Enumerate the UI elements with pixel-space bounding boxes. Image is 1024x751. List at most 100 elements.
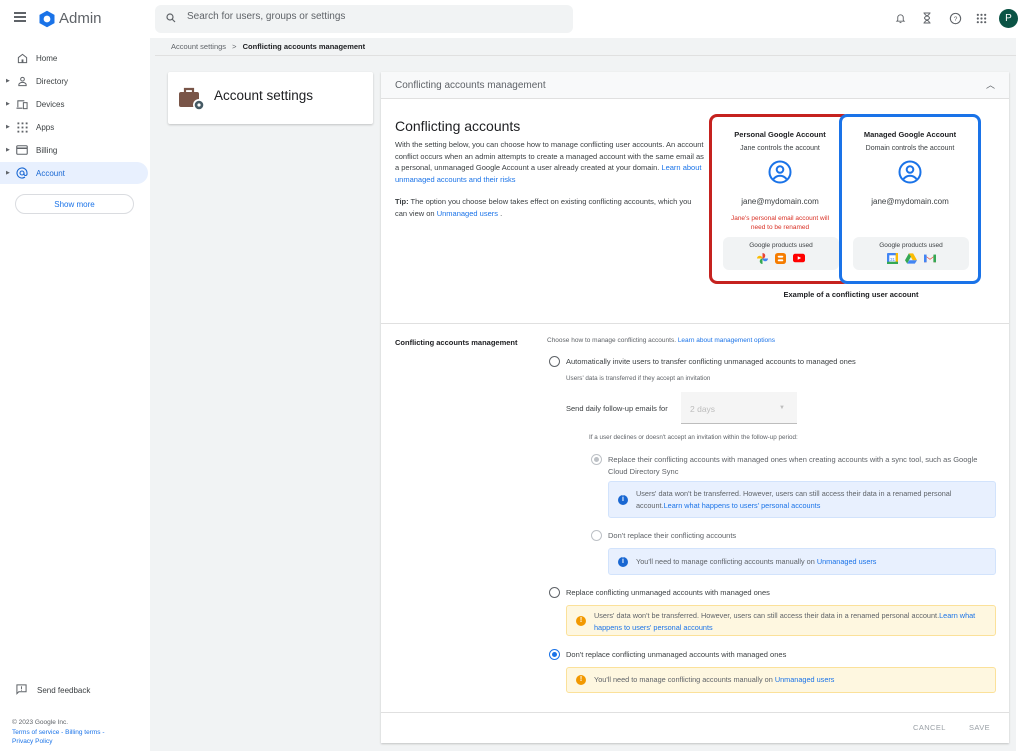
google-drive-icon bbox=[904, 253, 917, 264]
apps-grid-icon[interactable] bbox=[974, 11, 988, 25]
collapse-chevron-icon[interactable]: ︿ bbox=[986, 78, 995, 91]
note-body: You'll need to manage conflicting accoun… bbox=[636, 557, 817, 566]
sidebar-item-directory[interactable]: ▶ Directory bbox=[0, 70, 148, 92]
warning-note-not-transferred: ! Users' data won't be transferred. Howe… bbox=[566, 605, 996, 636]
copyright: © 2023 Google Inc. bbox=[12, 719, 69, 726]
sidebar-item-label: Directory bbox=[36, 76, 69, 86]
option-replace-radio[interactable] bbox=[549, 587, 560, 598]
followup-days-select[interactable]: 2 days ▼ bbox=[681, 392, 797, 424]
main-menu-icon[interactable] bbox=[14, 12, 26, 22]
illustration-caption: Example of a conflicting user account bbox=[783, 290, 919, 299]
notifications-icon[interactable] bbox=[893, 11, 907, 25]
at-sign-icon bbox=[16, 167, 28, 179]
managed-account-card: Managed Google Account Domain controls t… bbox=[839, 114, 981, 284]
credit-card-icon bbox=[16, 144, 28, 156]
info-note-manual: i You'll need to manage conflicting acco… bbox=[608, 548, 996, 575]
expand-caret-icon[interactable]: ▶ bbox=[6, 124, 10, 130]
info-note-not-transferred: i Users' data won't be transferred. Howe… bbox=[608, 481, 996, 518]
dropdown-arrow-icon: ▼ bbox=[779, 405, 785, 411]
account-settings-card: Account settings bbox=[168, 72, 373, 124]
managed-email: jane@mydomain.com bbox=[871, 197, 949, 206]
managed-account-title: Managed Google Account bbox=[863, 130, 957, 139]
save-button[interactable]: SAVE bbox=[969, 723, 990, 732]
unmanaged-users-link[interactable]: Unmanaged users bbox=[437, 209, 498, 218]
intro-text: With the setting below, you can choose h… bbox=[395, 139, 705, 185]
separator: - bbox=[100, 728, 105, 736]
personal-account-title: Personal Google Account bbox=[734, 130, 826, 139]
feedback-icon bbox=[16, 684, 27, 697]
devices-icon bbox=[16, 98, 28, 110]
privacy-policy-link[interactable]: Privacy Policy bbox=[12, 738, 52, 745]
actions-divider bbox=[381, 712, 1009, 713]
home-icon bbox=[16, 52, 28, 64]
rename-warning: Jane's personal email account will need … bbox=[730, 215, 830, 231]
panel-header[interactable]: Conflicting accounts management ︿ bbox=[381, 72, 1009, 99]
products-used: Google products used 31 bbox=[853, 237, 969, 270]
briefcase-settings-icon bbox=[179, 87, 205, 111]
gmail-icon bbox=[923, 254, 936, 263]
breadcrumb-separator: > bbox=[232, 42, 237, 51]
search-input[interactable] bbox=[187, 11, 547, 22]
expand-caret-icon[interactable]: ▶ bbox=[6, 101, 10, 107]
search-bar[interactable] bbox=[155, 5, 573, 33]
note-body: Users' data won't be transferred. Howeve… bbox=[594, 611, 940, 620]
option-dont-replace-radio[interactable] bbox=[549, 649, 560, 660]
learn-management-options-link[interactable]: Learn about management options bbox=[678, 337, 775, 344]
followup-days-value: 2 days bbox=[690, 404, 716, 414]
tip-text: Tip: The option you choose below takes e… bbox=[395, 196, 705, 219]
cancel-button[interactable]: CANCEL bbox=[913, 723, 946, 732]
youtube-icon bbox=[793, 253, 805, 263]
sub-option-dont-replace-radio[interactable] bbox=[591, 530, 602, 541]
sidebar-item-billing[interactable]: ▶ Billing bbox=[0, 139, 148, 161]
sidebar-item-devices[interactable]: ▶ Devices bbox=[0, 93, 148, 115]
products-label: Google products used bbox=[879, 242, 943, 249]
note-text: Users' data won't be transferred. Howeve… bbox=[594, 610, 985, 633]
setting-description-text: Choose how to manage conflicting account… bbox=[547, 337, 678, 344]
settings-panel: Conflicting accounts management ︿ Confli… bbox=[381, 72, 1009, 743]
expand-caret-icon[interactable]: ▶ bbox=[6, 170, 10, 176]
account-settings-title: Account settings bbox=[214, 88, 314, 103]
info-icon: i bbox=[618, 557, 628, 567]
option-dont-replace-label[interactable]: Don't replace conflicting unmanaged acco… bbox=[566, 649, 786, 661]
sub-option-dont-replace-label[interactable]: Don't replace their conflicting accounts bbox=[608, 530, 736, 542]
tip-end: . bbox=[498, 208, 503, 218]
option-auto-invite-radio[interactable] bbox=[549, 356, 560, 367]
tip-label: Tip: bbox=[395, 197, 409, 206]
help-icon[interactable]: ? bbox=[948, 11, 962, 25]
svg-text:?: ? bbox=[953, 15, 957, 22]
hourglass-icon[interactable] bbox=[920, 11, 934, 25]
sidebar-item-label: Home bbox=[36, 53, 58, 63]
expand-caret-icon[interactable]: ▶ bbox=[6, 78, 10, 84]
page-scrollbar[interactable] bbox=[1016, 38, 1024, 751]
expand-caret-icon[interactable]: ▶ bbox=[6, 147, 10, 153]
sub-option-replace-label[interactable]: Replace their conflicting accounts with … bbox=[608, 454, 988, 477]
sidebar-item-home[interactable]: Home bbox=[0, 47, 148, 69]
note-body: You'll need to manage conflicting accoun… bbox=[594, 675, 775, 684]
unmanaged-users-link[interactable]: Unmanaged users bbox=[775, 675, 835, 684]
decline-text: If a user declines or doesn't accept an … bbox=[589, 434, 798, 441]
terms-link[interactable]: Terms of service bbox=[12, 729, 59, 736]
option-auto-invite-label[interactable]: Automatically invite users to transfer c… bbox=[566, 356, 856, 368]
sidebar-item-account[interactable]: ▶ Account bbox=[0, 162, 148, 184]
breadcrumb: Account settings > Conflicting accounts … bbox=[171, 42, 365, 51]
billing-terms-link[interactable]: Billing terms bbox=[65, 729, 100, 736]
sidebar-item-label: Billing bbox=[36, 145, 58, 155]
personal-account-subtitle: Jane controls the account bbox=[740, 145, 820, 152]
breadcrumb-parent[interactable]: Account settings bbox=[171, 42, 226, 51]
note-text: Users' data won't be transferred. Howeve… bbox=[636, 488, 985, 511]
info-icon: i bbox=[618, 495, 628, 505]
learn-personal-accounts-link[interactable]: Learn what happens to users' personal ac… bbox=[664, 501, 821, 510]
sidebar-item-label: Devices bbox=[36, 99, 65, 109]
google-photos-icon bbox=[757, 253, 768, 264]
user-avatar[interactable]: P bbox=[999, 9, 1018, 28]
sidebar-item-apps[interactable]: ▶ Apps bbox=[0, 116, 148, 138]
warning-icon: ! bbox=[576, 616, 586, 626]
sub-option-replace-radio[interactable] bbox=[591, 454, 602, 465]
blogger-icon bbox=[775, 253, 786, 264]
admin-logo-icon bbox=[39, 10, 55, 28]
products-used: Google products used bbox=[723, 237, 839, 270]
show-more-button[interactable]: Show more bbox=[15, 194, 134, 214]
unmanaged-users-link[interactable]: Unmanaged users bbox=[817, 557, 877, 566]
option-replace-label[interactable]: Replace conflicting unmanaged accounts w… bbox=[566, 587, 770, 599]
send-feedback-button[interactable]: Send feedback bbox=[16, 684, 90, 697]
